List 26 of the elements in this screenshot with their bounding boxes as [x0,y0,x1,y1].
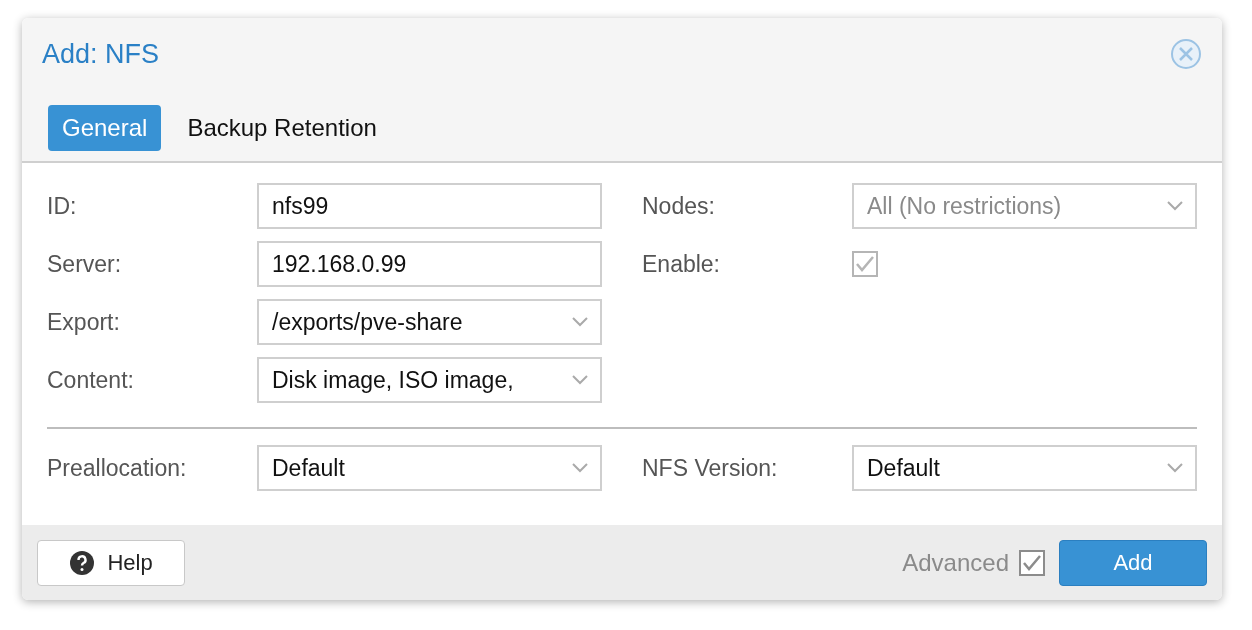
dropdown-field[interactable]: /exports/pve-share [257,299,602,345]
field-label: NFS Version: [642,453,779,483]
chevron-down-icon [1167,201,1183,211]
field-label: Nodes: [642,191,716,221]
chevron-down-icon [1167,463,1183,473]
field-label: ID: [47,191,78,221]
dropdown-field[interactable]: Default [257,445,602,491]
dialog-title: Add: NFS [42,37,160,71]
close-icon[interactable] [1170,38,1202,70]
help-button[interactable]: Help [37,539,185,586]
field-label: Server: [47,249,123,279]
help-icon [69,549,96,576]
chevron-down-icon [572,375,588,385]
input-field[interactable]: 192.168.0.99 [257,241,602,287]
advanced-checkbox[interactable] [1019,549,1045,576]
dropdown-field[interactable]: Default [852,445,1197,491]
field-label: Export: [47,307,121,337]
field-label: Preallocation: [47,453,188,483]
dropdown-field[interactable]: Disk image, ISO image, [257,357,602,403]
chevron-down-icon [572,317,588,327]
field-label: Content: [47,365,135,395]
tab[interactable]: Backup Retention [173,105,391,151]
chevron-down-icon [572,463,588,473]
advanced-label: Advanced [902,547,1009,578]
field-label: Enable: [642,249,721,279]
input-field[interactable]: nfs99 [257,183,602,229]
